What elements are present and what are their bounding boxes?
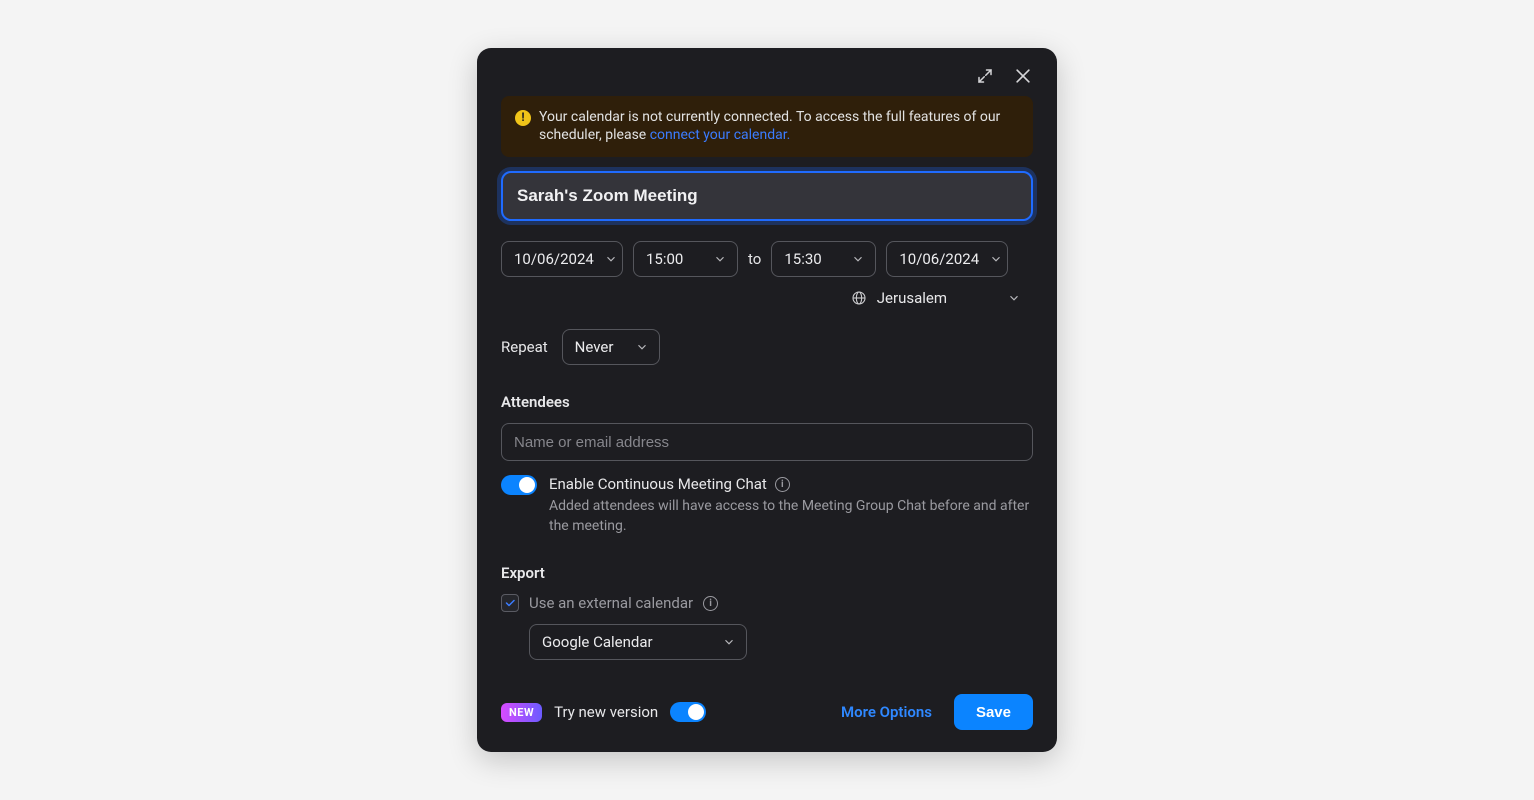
more-options-link[interactable]: More Options [841,703,932,721]
continuous-chat-desc: Added attendees will have access to the … [549,497,1033,536]
warning-text: Your calendar is not currently connected… [539,108,1019,146]
continuous-chat-row: Enable Continuous Meeting Chat i Added a… [501,475,1033,536]
calendar-warning-banner: ! Your calendar is not currently connect… [501,96,1033,158]
timezone-picker[interactable]: Jerusalem [501,289,1033,307]
chevron-down-icon [713,252,727,266]
end-date-value: 10/06/2024 [899,250,979,268]
end-time-picker[interactable]: 15:30 [771,241,876,277]
try-new-version-toggle[interactable] [670,702,706,722]
external-calendar-label: Use an external calendar [529,594,693,612]
end-date-picker[interactable]: 10/06/2024 [886,241,1008,277]
connect-calendar-link[interactable]: connect your calendar. [650,127,791,143]
chevron-down-icon [1007,291,1021,305]
chevron-down-icon [722,635,736,649]
continuous-chat-label: Enable Continuous Meeting Chat [549,475,767,493]
info-icon[interactable]: i [775,477,790,492]
calendar-provider-value: Google Calendar [542,633,653,651]
chevron-down-icon [851,252,865,266]
export-heading: Export [501,564,1033,582]
repeat-label: Repeat [501,338,548,356]
chevron-down-icon [635,340,649,354]
chevron-down-icon [989,252,1003,266]
save-button[interactable]: Save [954,694,1033,730]
schedule-meeting-modal: ! Your calendar is not currently connect… [477,48,1057,753]
to-label: to [748,250,761,268]
end-time-value: 15:30 [784,250,821,268]
close-icon[interactable] [1013,66,1033,86]
chevron-down-icon [604,252,618,266]
calendar-provider-picker[interactable]: Google Calendar [529,624,747,660]
modal-footer: NEW Try new version More Options Save [501,694,1033,730]
globe-icon [851,290,867,306]
modal-header [501,66,1033,96]
meeting-title-input[interactable] [501,171,1033,221]
repeat-row: Repeat Never [501,329,1033,365]
start-date-value: 10/06/2024 [514,250,594,268]
start-date-picker[interactable]: 10/06/2024 [501,241,623,277]
new-badge: NEW [501,703,542,722]
repeat-picker[interactable]: Never [562,329,660,365]
start-time-picker[interactable]: 15:00 [633,241,738,277]
warning-icon: ! [515,110,531,126]
datetime-row: 10/06/2024 15:00 to 15:30 10/06/2024 [501,241,1033,277]
continuous-chat-toggle[interactable] [501,475,537,495]
attendees-input[interactable] [501,423,1033,461]
try-new-version-label: Try new version [554,703,658,721]
external-calendar-row: Use an external calendar i [501,594,1033,612]
expand-icon[interactable] [975,66,995,86]
repeat-value: Never [575,338,614,356]
start-time-value: 15:00 [646,250,683,268]
attendees-heading: Attendees [501,393,1033,411]
timezone-value: Jerusalem [877,289,947,307]
external-calendar-checkbox[interactable] [501,594,519,612]
info-icon[interactable]: i [703,596,718,611]
